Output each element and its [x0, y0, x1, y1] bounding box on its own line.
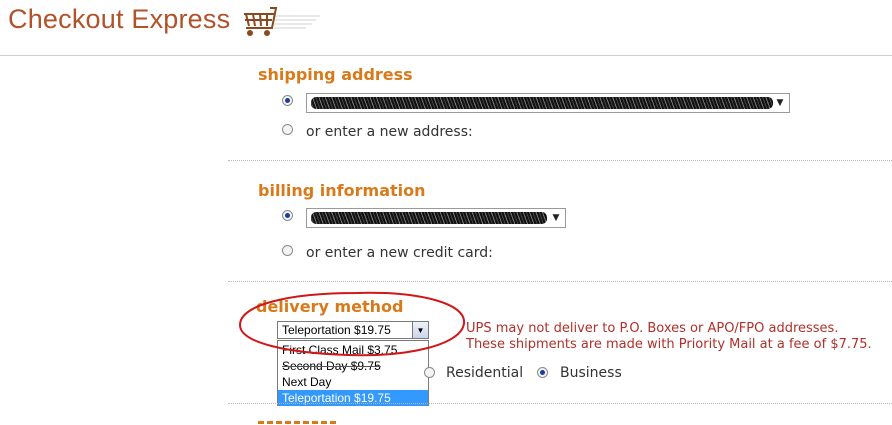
dropdown-option-second-day[interactable]: Second Day $9.75	[278, 358, 428, 374]
delivery-note-line2: These shipments are made with Priority M…	[466, 337, 872, 352]
section-divider	[228, 403, 892, 404]
section-divider	[228, 160, 892, 161]
chevron-down-icon: ▼	[552, 213, 560, 223]
new-address-radio[interactable]	[282, 124, 293, 135]
annotation-ellipse	[238, 289, 468, 359]
new-address-label: or enter a new address:	[306, 124, 473, 140]
page-title: Checkout Express	[8, 4, 231, 34]
residential-radio[interactable]	[424, 367, 435, 378]
redacted-address	[311, 97, 773, 109]
header-divider	[0, 55, 892, 56]
saved-card-radio[interactable]	[282, 210, 293, 221]
next-section-heading-cutoff	[258, 418, 338, 425]
delivery-note-line1: UPS may not deliver to P.O. Boxes or APO…	[466, 321, 839, 336]
redacted-card	[311, 212, 547, 224]
new-card-radio[interactable]	[282, 245, 293, 256]
business-label: Business	[560, 365, 622, 381]
chevron-down-icon: ▼	[776, 98, 784, 108]
shopping-cart-icon	[240, 4, 320, 38]
saved-address-radio[interactable]	[282, 95, 293, 106]
billing-information-heading: billing information	[258, 181, 426, 200]
new-card-label: or enter a new credit card:	[306, 245, 493, 261]
saved-address-select[interactable]: ▼	[306, 93, 790, 113]
business-radio[interactable]	[537, 367, 548, 378]
dropdown-option-next-day[interactable]: Next Day	[278, 374, 428, 390]
shipping-address-heading: shipping address	[258, 65, 413, 84]
section-divider	[228, 281, 892, 282]
residential-label: Residential	[446, 365, 524, 381]
saved-card-select[interactable]: ▼	[306, 208, 566, 228]
